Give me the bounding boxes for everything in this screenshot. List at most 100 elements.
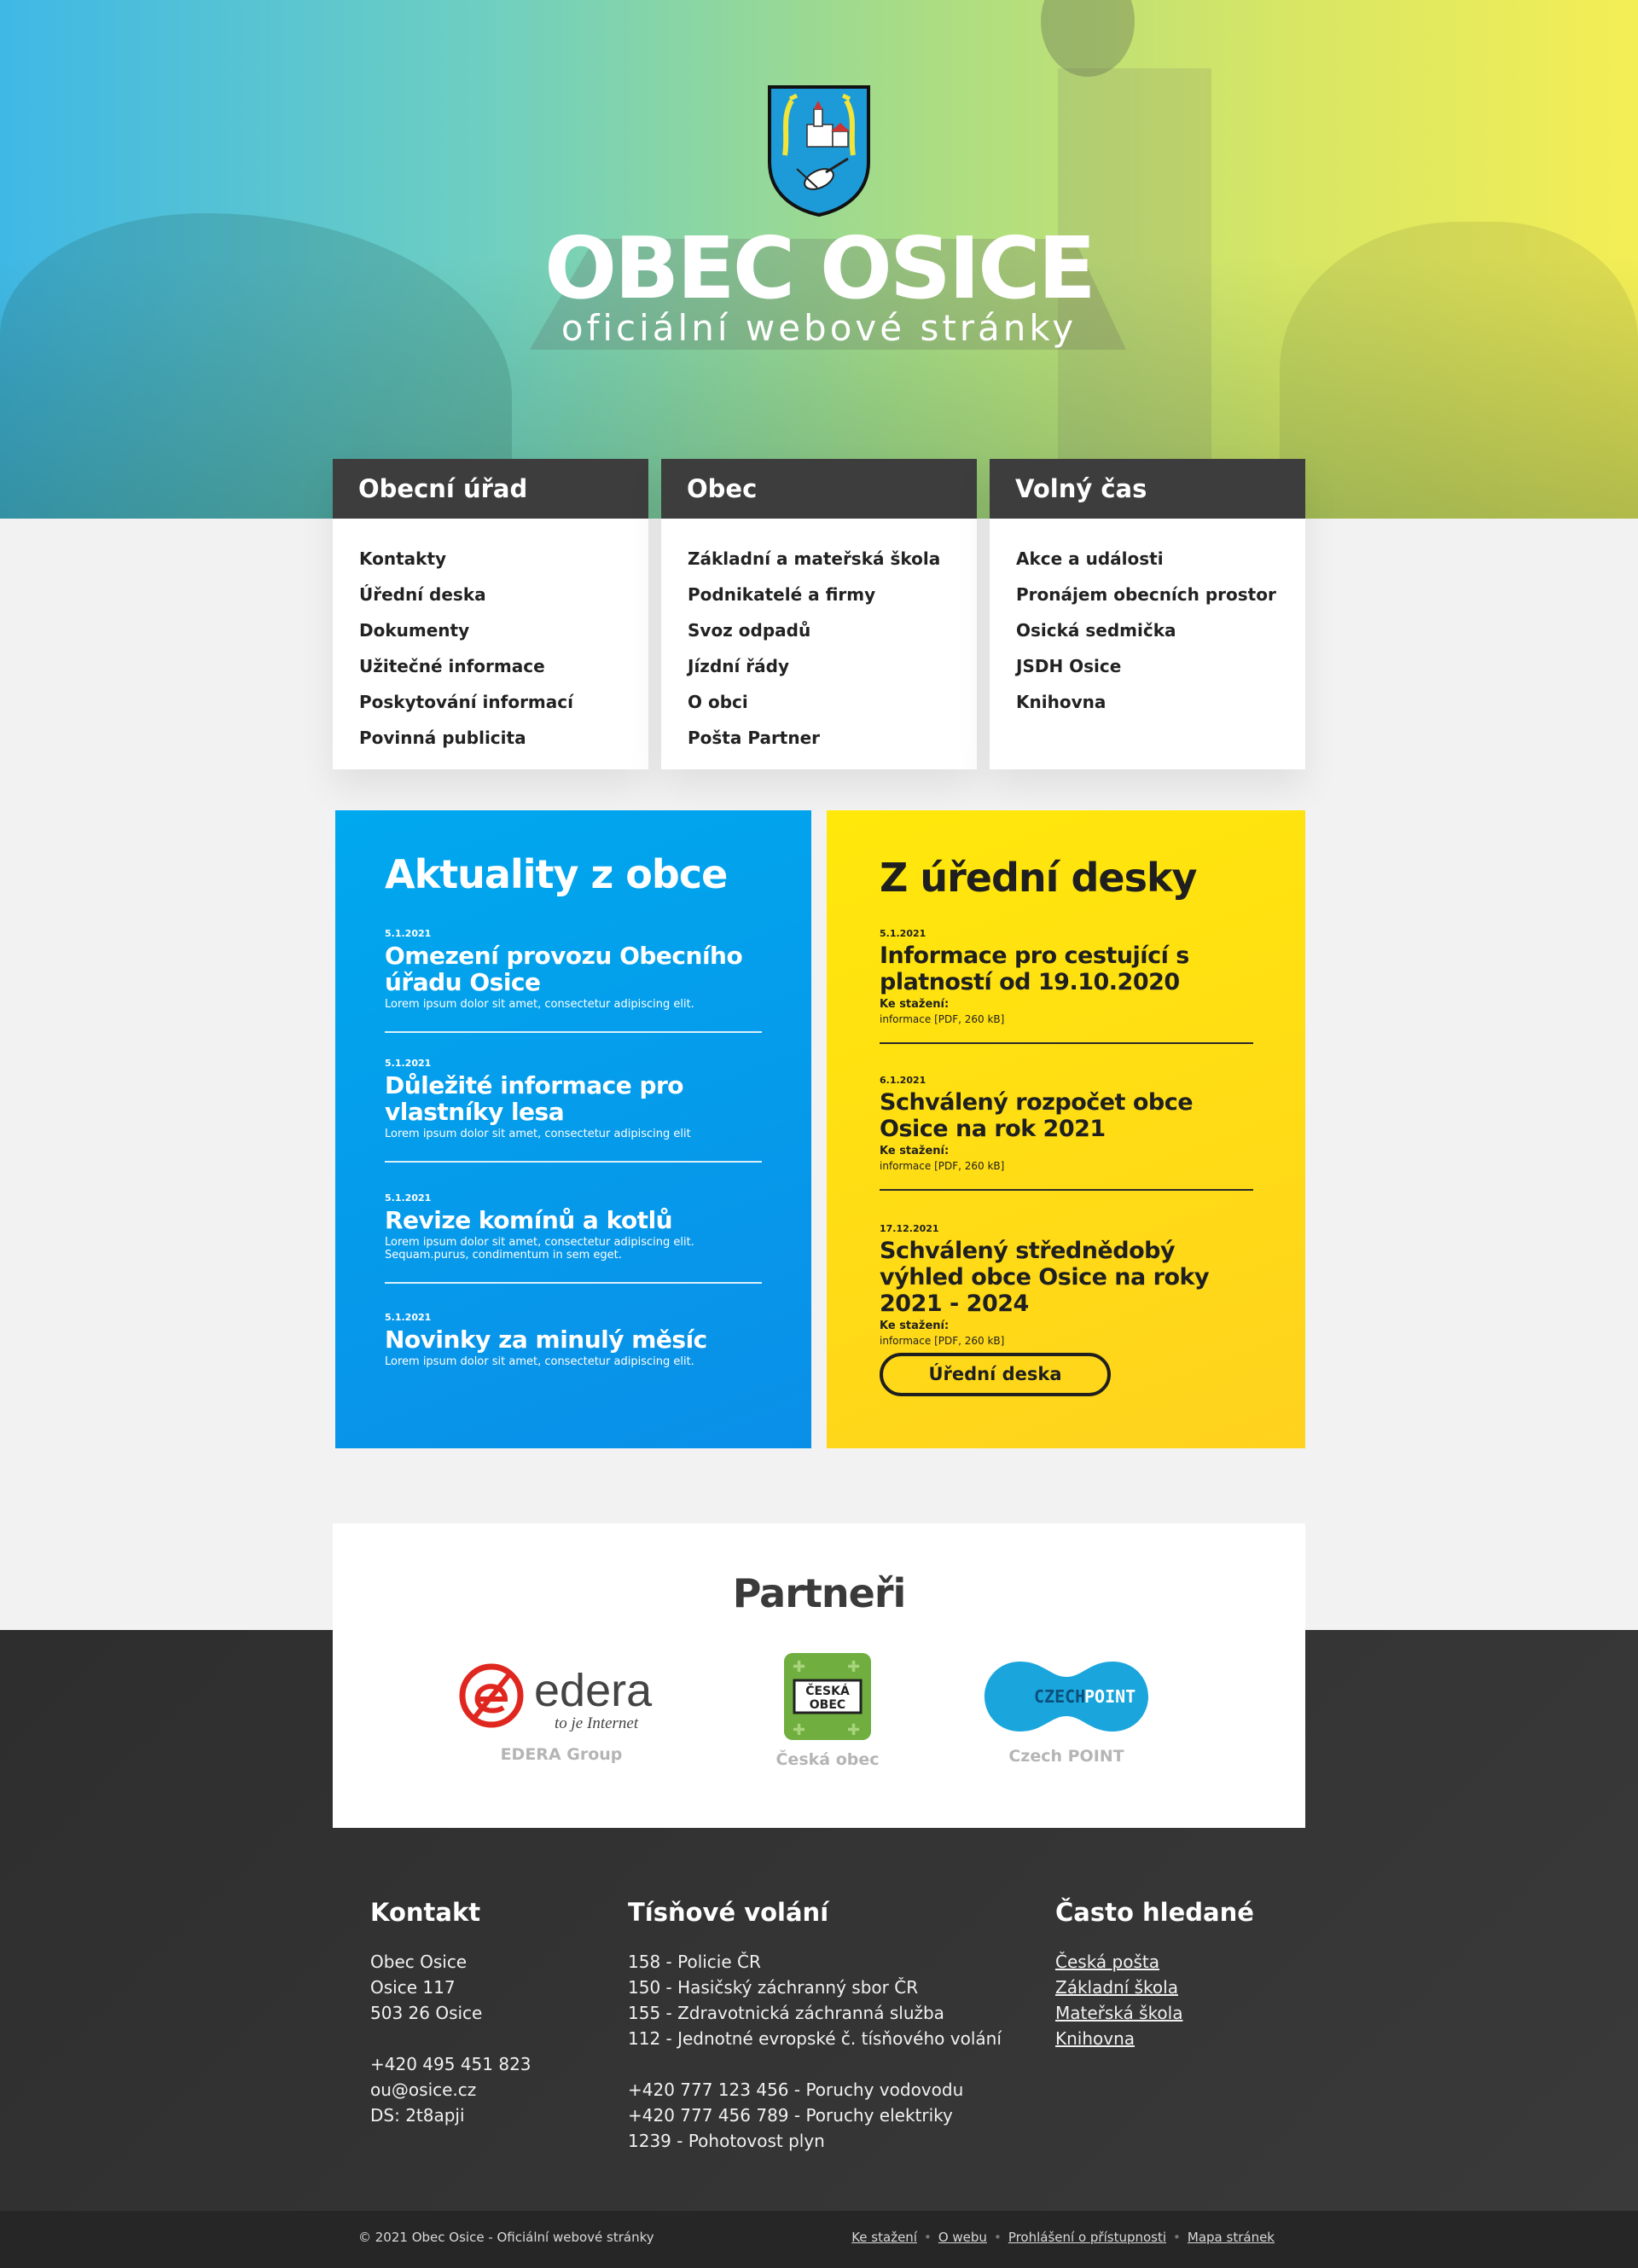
menu-link-poskytovani-informaci[interactable]: Poskytování informací: [359, 684, 648, 720]
notice-title[interactable]: Informace pro cestující s platností od 1…: [880, 943, 1253, 995]
divider: [385, 1161, 762, 1163]
menu-card-title: Obec: [661, 459, 977, 519]
site-title: OBEC OSICE: [544, 218, 1096, 318]
menu-card-title: Obecní úřad: [333, 459, 648, 519]
menu-link-knihovna[interactable]: Knihovna: [1016, 684, 1305, 720]
notice-date: 6.1.2021: [880, 1075, 926, 1086]
frequent-link-ceska-posta[interactable]: Česká pošta: [1055, 1949, 1254, 1975]
news-item[interactable]: 5.1.2021 Omezení provozu Obecního úřadu …: [385, 928, 762, 1033]
ceska-obec-logo-icon: ✚ ✚ ✚ ✚ ČESKÁ OBEC: [784, 1653, 871, 1740]
download-file-link[interactable]: informace [PDF, 260 kB]: [880, 1160, 1253, 1172]
emergency-line: 155 - Zdravotnická záchranná služba: [628, 2003, 944, 2023]
news-date: 5.1.2021: [385, 1192, 432, 1204]
notice-item[interactable]: 6.1.2021 Schválený rozpočet obce Osice n…: [880, 1075, 1253, 1191]
menu-link-akce[interactable]: Akce a události: [1016, 541, 1305, 577]
partner-caption: EDERA Group: [500, 1745, 623, 1764]
footer-heading: Tísňové volání: [628, 1898, 829, 1927]
divider: [385, 1282, 762, 1284]
contact-email[interactable]: ou@osice.cz: [370, 2077, 531, 2103]
footer-frequent: Často hledané Česká pošta Základní škola…: [1055, 1898, 1254, 2051]
notice-board-button[interactable]: Úřední deska: [880, 1353, 1111, 1396]
partner-ceska-obec[interactable]: ✚ ✚ ✚ ✚ ČESKÁ OBEC Česká obec: [751, 1651, 904, 1769]
menu-link-jizdni-rady[interactable]: Jízdní řády: [688, 648, 977, 684]
news-date: 5.1.2021: [385, 928, 432, 939]
svg-text:✚: ✚: [847, 1658, 860, 1676]
notice-item[interactable]: 5.1.2021 Informace pro cestující s platn…: [880, 928, 1253, 1044]
footer-emergency: Tísňové volání 158 - Policie ČR 150 - Ha…: [628, 1898, 1002, 2154]
menu-link-posta-partner[interactable]: Pošta Partner: [688, 720, 977, 756]
menu-link-dokumenty[interactable]: Dokumenty: [359, 612, 648, 648]
download-label: Ke stažení:: [880, 1320, 950, 1332]
emergency-line: 1239 - Pohotovost plyn: [628, 2131, 825, 2151]
contact-line: 503 26 Osice: [370, 2003, 483, 2023]
menu-link-svoz-odpadu[interactable]: Svoz odpadů: [688, 612, 977, 648]
hero-tower-dome: [1041, 0, 1135, 77]
partner-edera[interactable]: edera to je Internet EDERA Group: [459, 1662, 664, 1764]
notice-title[interactable]: Schválený střednědobý výhled obce Osice …: [880, 1238, 1253, 1317]
news-item[interactable]: 5.1.2021 Novinky za minulý měsíc Lorem i…: [385, 1312, 762, 1368]
menu-link-uzitecne-informace[interactable]: Užitečné informace: [359, 648, 648, 684]
notice-item[interactable]: 17.12.2021 Schválený střednědobý výhled …: [880, 1223, 1253, 1347]
partners-section: Partneři edera to je Internet EDERA Grou…: [333, 1523, 1305, 1828]
edera-logo-text: edera: [534, 1665, 653, 1716]
czech-logo-text-2: POINT: [1084, 1686, 1136, 1707]
menu-link-o-obci[interactable]: O obci: [688, 684, 977, 720]
menu-link-uredni-deska[interactable]: Úřední deska: [359, 577, 648, 612]
news-date: 5.1.2021: [385, 1058, 432, 1069]
news-title[interactable]: Revize komínů a kotlů: [385, 1207, 762, 1233]
emergency-line: 112 - Jednotné evropské č. tísňového vol…: [628, 2028, 1002, 2049]
news-desc: Lorem ipsum dolor sit amet, consectetur …: [385, 1236, 694, 1262]
ceska-logo-text-1: ČESKÁ: [805, 1683, 850, 1698]
bottom-bar: © 2021 Obec Osice - Oficiální webové str…: [0, 2211, 1638, 2268]
download-file-link[interactable]: informace [PDF, 260 kB]: [880, 1013, 1253, 1025]
menu-link-skola[interactable]: Základní a mateřská škola: [688, 541, 977, 577]
menu-link-povinna-publicita[interactable]: Povinná publicita: [359, 720, 648, 756]
frequent-link-zakladni-skola[interactable]: Základní škola: [1055, 1975, 1254, 2000]
download-label: Ke stažení:: [880, 1145, 950, 1157]
bottom-link-mapa-stranek[interactable]: Mapa stránek: [1188, 2230, 1275, 2245]
notice-board-heading: Z úřední desky: [880, 855, 1198, 901]
contact-phone[interactable]: +420 495 451 823: [370, 2051, 531, 2077]
menu-card-obec: Obec Základní a mateřská škola Podnikate…: [661, 459, 977, 769]
bottom-link-ke-stazeni[interactable]: Ke stažení: [851, 2230, 917, 2245]
emergency-line: +420 777 123 456 - Poruchy vodovodu: [628, 2079, 964, 2100]
download-file-link[interactable]: informace [PDF, 260 kB]: [880, 1335, 1253, 1347]
menu-card-obecni-urad: Obecní úřad Kontakty Úřední deska Dokume…: [333, 459, 648, 769]
footer-heading: Často hledané: [1055, 1898, 1254, 1927]
municipal-crest-icon[interactable]: [766, 84, 872, 217]
partner-czech-point[interactable]: CZECH POINT Czech POINT: [981, 1655, 1152, 1766]
bottom-link-o-webu[interactable]: O webu: [938, 2230, 987, 2245]
notice-date: 17.12.2021: [880, 1223, 939, 1234]
czech-point-logo-icon: CZECH POINT: [985, 1662, 1148, 1731]
svg-text:✚: ✚: [847, 1721, 860, 1739]
notice-date: 5.1.2021: [880, 928, 926, 939]
news-item[interactable]: 5.1.2021 Důležité informace pro vlastník…: [385, 1058, 762, 1163]
menu-link-pronajem[interactable]: Pronájem obecních prostor: [1016, 577, 1305, 612]
divider: [385, 1031, 762, 1033]
news-title[interactable]: Omezení provozu Obecního úřadu Osice: [385, 943, 762, 995]
news-title[interactable]: Novinky za minulý měsíc: [385, 1326, 762, 1353]
news-item[interactable]: 5.1.2021 Revize komínů a kotlů Lorem ips…: [385, 1192, 762, 1284]
news-desc: Lorem ipsum dolor sit amet, consectetur …: [385, 1355, 694, 1368]
frequent-link-knihovna[interactable]: Knihovna: [1055, 2026, 1254, 2051]
svg-text:✚: ✚: [793, 1721, 805, 1739]
footer-heading: Kontakt: [370, 1898, 481, 1927]
menu-link-osicka-sedmicka[interactable]: Osická sedmička: [1016, 612, 1305, 648]
partner-caption: Czech POINT: [1008, 1747, 1124, 1766]
menu-link-jsdh[interactable]: JSDH Osice: [1016, 648, 1305, 684]
partners-heading: Partneři: [732, 1570, 907, 1616]
menu-card-title: Volný čas: [990, 459, 1305, 519]
notice-title[interactable]: Schválený rozpočet obce Osice na rok 202…: [880, 1089, 1253, 1142]
bottom-link-pristupnost[interactable]: Prohlášení o přístupnosti: [1008, 2230, 1166, 2245]
news-panel: Aktuality z obce 5.1.2021 Omezení provoz…: [335, 810, 811, 1448]
menu-link-kontakty[interactable]: Kontakty: [359, 541, 648, 577]
menu-link-podnikatele[interactable]: Podnikatelé a firmy: [688, 577, 977, 612]
news-title[interactable]: Důležité informace pro vlastníky lesa: [385, 1072, 762, 1125]
edera-logo-icon: edera to je Internet: [459, 1663, 653, 1732]
frequent-link-materska-skola[interactable]: Mateřská škola: [1055, 2000, 1254, 2026]
partner-caption: Česká obec: [775, 1750, 880, 1769]
news-desc: Lorem ipsum dolor sit amet, consectetur …: [385, 998, 694, 1011]
divider: [880, 1189, 1253, 1191]
divider: [880, 1042, 1253, 1044]
svg-text:✚: ✚: [793, 1658, 805, 1676]
